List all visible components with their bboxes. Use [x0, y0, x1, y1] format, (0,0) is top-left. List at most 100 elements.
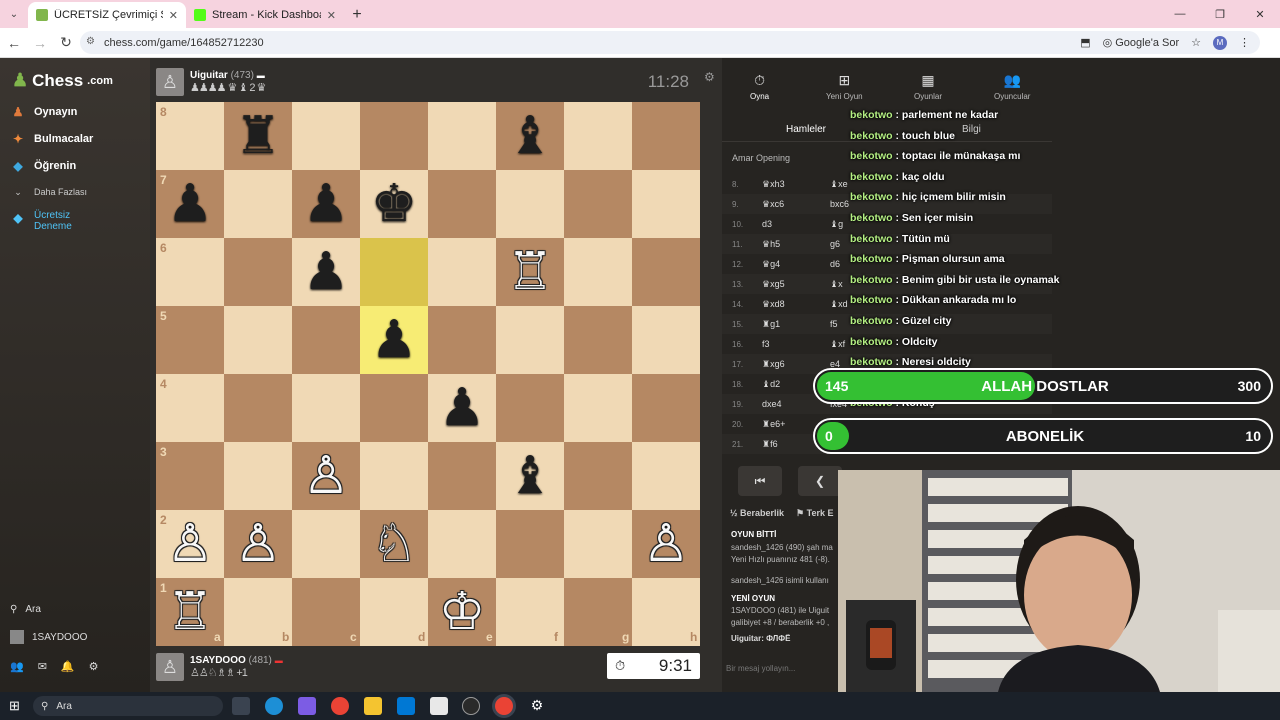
white-piece-a2[interactable]: ♙ [156, 510, 224, 578]
square-c4[interactable] [292, 374, 360, 442]
tab-games[interactable]: ▦ Oyunlar [914, 72, 942, 101]
chess-logo[interactable]: ♟ Chess .com [12, 70, 113, 91]
edge-icon[interactable] [265, 697, 283, 715]
black-move[interactable]: ♝xe [830, 179, 848, 190]
white-move[interactable]: ♛xg5 [762, 279, 785, 290]
square-h6[interactable] [632, 238, 700, 306]
file-explorer-icon[interactable] [364, 697, 382, 715]
square-g6[interactable] [564, 238, 632, 306]
white-move[interactable]: ♝d2 [762, 379, 780, 390]
top-player-avatar[interactable]: ♙ [156, 68, 184, 96]
square-d3[interactable] [360, 442, 428, 510]
white-move[interactable]: f3 [762, 339, 770, 349]
bottom-player-name[interactable]: 1SAYDOOO [190, 655, 246, 666]
tab-new-game[interactable]: ⊞ Yeni Oyun [826, 72, 863, 101]
reload-icon[interactable]: ↻ [54, 31, 78, 55]
bell-icon[interactable]: 🔔 [61, 660, 75, 673]
square-b5[interactable] [224, 306, 292, 374]
square-g5[interactable] [564, 306, 632, 374]
square-c8[interactable] [292, 102, 360, 170]
bottom-player-avatar[interactable]: ♙ [156, 653, 184, 681]
white-move[interactable]: ♛g4 [762, 259, 780, 270]
square-g7[interactable] [564, 170, 632, 238]
white-move[interactable]: ♛xh3 [762, 179, 785, 190]
white-piece-e1[interactable]: ♔ [428, 578, 496, 646]
browser-tab-kick[interactable]: Stream - Kick Dashboard ✕ [186, 2, 344, 28]
close-tab-icon[interactable]: ✕ [327, 9, 336, 22]
square-g3[interactable] [564, 442, 632, 510]
square-f2[interactable] [496, 510, 564, 578]
white-move[interactable]: ♜g1 [762, 319, 780, 330]
subtab-moves[interactable]: Hamleler [786, 124, 826, 135]
white-piece-d2[interactable]: ♘ [360, 510, 428, 578]
black-move[interactable]: bxc6 [830, 199, 849, 209]
back-icon[interactable]: ← [2, 31, 26, 55]
black-piece-b8[interactable]: ♜ [224, 102, 292, 170]
square-c5[interactable] [292, 306, 360, 374]
white-move[interactable]: ♛xc6 [762, 199, 784, 210]
minimize-icon[interactable]: — [1160, 0, 1200, 28]
square-b7[interactable] [224, 170, 292, 238]
task-view-icon[interactable] [232, 697, 250, 715]
square-h3[interactable] [632, 442, 700, 510]
sidebar-item-free-trial[interactable]: ◆ Ücretsiz Deneme [10, 210, 84, 232]
chess-board[interactable]: 8 7 6 5 4 3 2 1 a b c d e f g h ♜ ♝ ♟ ♟ ♚ ♟ ♖ ♟ ♟ ♙ ♝ ♙ ♙ ♘ ♙ ♖ ♔ [156, 102, 700, 646]
black-move[interactable]: d6 [830, 259, 840, 269]
square-b3[interactable] [224, 442, 292, 510]
settings-icon[interactable]: ⚙ [89, 660, 99, 673]
white-piece-h2[interactable]: ♙ [632, 510, 700, 578]
square-e2[interactable] [428, 510, 496, 578]
square-g8[interactable] [564, 102, 632, 170]
copilot-icon[interactable] [298, 697, 316, 715]
restore-icon[interactable]: ❐ [1200, 0, 1240, 28]
black-piece-e4[interactable]: ♟ [428, 374, 496, 442]
draw-button[interactable]: ½ Beraberlik [730, 508, 784, 519]
square-e8[interactable] [428, 102, 496, 170]
chrome-icon[interactable] [331, 697, 349, 715]
first-move-button[interactable]: ⏮ [738, 466, 782, 496]
square-e7[interactable] [428, 170, 496, 238]
black-move[interactable]: ♝xf [830, 339, 845, 350]
store-icon[interactable] [397, 697, 415, 715]
board-settings-icon[interactable]: ⚙ [704, 70, 715, 84]
forward-icon[interactable]: → [28, 31, 52, 55]
sidebar-user[interactable]: 1SAYDOOO [10, 630, 87, 644]
white-move[interactable]: ♛h5 [762, 239, 780, 250]
black-piece-d7[interactable]: ♚ [360, 170, 428, 238]
square-d8[interactable] [360, 102, 428, 170]
tab-play[interactable]: ⏱ Oyna [750, 72, 769, 101]
white-move[interactable]: ♜xg6 [762, 359, 785, 370]
new-tab-button[interactable]: + [344, 2, 370, 28]
tab-search-chevron-icon[interactable]: ⌄ [0, 0, 28, 28]
site-info-icon[interactable]: ⚙ [86, 36, 98, 48]
white-move[interactable]: ♜e6+ [762, 419, 785, 430]
black-piece-c6[interactable]: ♟ [292, 238, 360, 306]
square-f7[interactable] [496, 170, 564, 238]
black-move[interactable]: g6 [830, 239, 840, 249]
black-move[interactable]: ♝x [830, 279, 843, 290]
black-piece-a7[interactable]: ♟ [156, 170, 224, 238]
calculator-icon[interactable] [430, 697, 448, 715]
tab-players[interactable]: 👥 Oyuncular [994, 72, 1030, 101]
black-move[interactable]: ♝xd [830, 299, 848, 310]
mail-icon[interactable]: ✉ [38, 660, 47, 673]
bookmark-star-icon[interactable]: ☆ [1191, 36, 1201, 49]
black-move[interactable]: f5 [830, 319, 838, 329]
sidebar-item-play[interactable]: ♟ Oynayın [10, 104, 78, 120]
windows-start-icon[interactable]: ⊞ [9, 698, 20, 714]
taskbar-search[interactable]: ⚲ Ara [33, 696, 223, 716]
chrome-active-icon[interactable] [495, 697, 513, 715]
top-player-name[interactable]: Uiguitar [190, 70, 228, 81]
black-piece-c7[interactable]: ♟ [292, 170, 360, 238]
square-g4[interactable] [564, 374, 632, 442]
profile-avatar[interactable]: M [1213, 35, 1227, 50]
square-h7[interactable] [632, 170, 700, 238]
friends-icon[interactable]: 👥 [10, 660, 24, 673]
square-c2[interactable] [292, 510, 360, 578]
square-d4[interactable] [360, 374, 428, 442]
install-app-icon[interactable]: ⬒ [1080, 36, 1090, 49]
white-piece-f6[interactable]: ♖ [496, 238, 564, 306]
white-piece-b2[interactable]: ♙ [224, 510, 292, 578]
white-piece-a1[interactable]: ♖ [156, 578, 224, 646]
square-h5[interactable] [632, 306, 700, 374]
